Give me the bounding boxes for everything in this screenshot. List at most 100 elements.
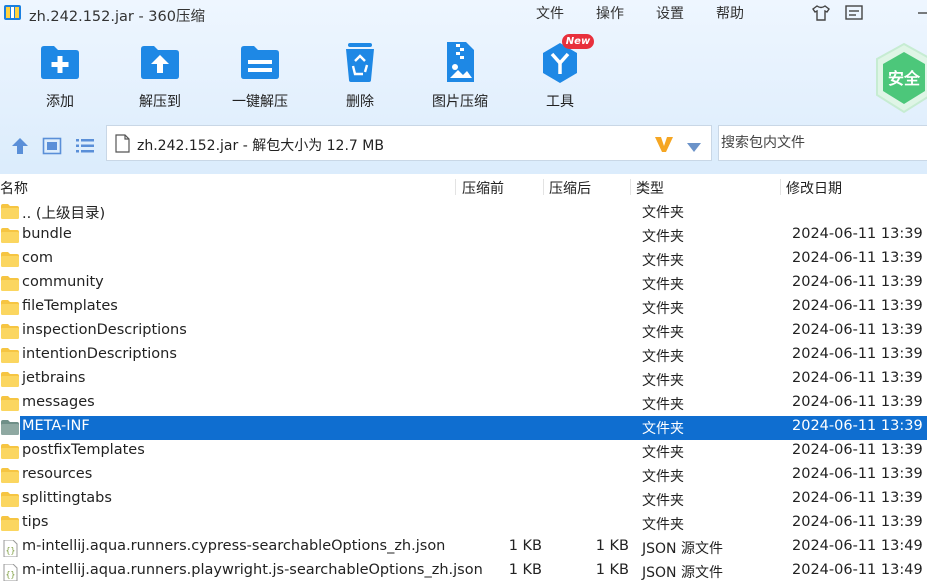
item-type: 文件夹 [642,349,684,365]
selection-highlight [20,416,927,440]
menu-operation[interactable]: 操作 [596,3,624,23]
item-date: 2024-06-11 13:39 [792,370,923,386]
extract-to-icon [138,40,182,84]
folder-icon [1,444,19,459]
image-compress-label: 图片压缩 [432,94,488,110]
list-item[interactable]: jetbrains 文件夹 2024-06-11 13:39 [0,368,927,392]
one-click-extract-label: 一键解压 [232,94,288,110]
item-date: 2024-06-11 13:39 [792,394,923,410]
list-item[interactable]: splittingtabs 文件夹 2024-06-11 13:39 [0,488,927,512]
item-date: 2024-06-11 13:39 [792,490,923,506]
column-divider[interactable] [543,179,544,195]
item-date: 2024-06-11 13:39 [792,250,923,266]
list-item[interactable]: community 文件夹 2024-06-11 13:39 [0,272,927,296]
item-type: JSON 源文件 [642,565,723,581]
up-level-icon[interactable] [10,136,30,156]
vip-v-icon[interactable] [653,134,675,154]
list-item[interactable]: .. (上级目录) 文件夹 [0,200,927,224]
list-item[interactable]: bundle 文件夹 2024-06-11 13:39 [0,224,927,248]
tools-button[interactable]: 工具 [520,40,600,112]
safe-shield-icon[interactable]: 安全 [873,42,927,114]
list-item[interactable]: tips 文件夹 2024-06-11 13:39 [0,512,927,536]
item-date: 2024-06-11 13:39 [792,298,923,314]
item-type: 文件夹 [642,397,684,413]
list-item[interactable]: intentionDescriptions 文件夹 2024-06-11 13:39 [0,344,927,368]
item-date: 2024-06-11 13:39 [792,322,923,338]
item-name: bundle [22,226,72,242]
item-name: com [22,250,53,266]
list-item[interactable]: {} m-intellij.aqua.runners.cypress-search… [0,536,927,560]
item-name: resources [22,466,93,482]
item-name: m-intellij.aqua.runners.cypress-searchab… [22,538,446,554]
app-logo-icon [4,4,21,21]
item-date: 2024-06-11 13:49 [792,538,923,554]
list-item[interactable]: META-INF 文件夹 2024-06-11 13:39 [0,416,927,440]
search-box [718,125,927,161]
item-size-after: 1 KB [595,538,629,554]
item-name: tips [22,514,49,530]
item-type: JSON 源文件 [642,541,723,557]
column-before[interactable]: 压缩前 [462,178,504,198]
item-size-before: 1 KB [508,562,542,578]
list-item[interactable]: resources 文件夹 2024-06-11 13:39 [0,464,927,488]
item-name: community [22,274,104,290]
search-input[interactable] [719,126,911,158]
list-item[interactable]: inspectionDescriptions 文件夹 2024-06-11 13:3… [0,320,927,344]
chevron-down-icon[interactable] [687,140,701,152]
column-header: 名称 压缩前 压缩后 类型 修改日期 [0,174,927,200]
column-date[interactable]: 修改日期 [786,178,842,198]
column-type[interactable]: 类型 [636,178,664,198]
skin-shirt-icon[interactable] [810,2,832,24]
item-type: 文件夹 [642,445,684,461]
menu-settings[interactable]: 设置 [656,3,684,23]
column-divider[interactable] [780,179,781,195]
folder-icon [1,492,19,507]
address-bar[interactable]: zh.242.152.jar - 解包大小为 12.7 MB [106,125,712,161]
item-type: 文件夹 [642,517,684,533]
list-item[interactable]: fileTemplates 文件夹 2024-06-11 13:39 [0,296,927,320]
item-name: messages [22,394,95,410]
delete-button[interactable]: 删除 [320,40,400,112]
list-item[interactable]: {} m-intellij.aqua.runners.playwright.js-… [0,560,927,584]
item-date: 2024-06-11 13:39 [792,514,923,530]
message-icon[interactable] [843,2,865,24]
image-compress-button[interactable]: 图片压缩 [420,40,500,112]
delete-label: 删除 [346,94,374,110]
item-name: jetbrains [22,370,86,386]
menu-file[interactable]: 文件 [536,3,564,23]
item-type: 文件夹 [642,205,684,221]
svg-text:{}: {} [6,546,16,555]
list-item[interactable]: com 文件夹 2024-06-11 13:39 [0,248,927,272]
one-click-extract-icon [238,40,282,84]
list-item[interactable]: postfixTemplates 文件夹 2024-06-11 13:39 [0,440,927,464]
menu-help[interactable]: 帮助 [716,3,744,23]
column-divider[interactable] [630,179,631,195]
list-view-icon[interactable] [75,136,95,156]
extract-to-button[interactable]: 解压到 [120,40,200,112]
item-name: splittingtabs [22,490,112,506]
add-button[interactable]: 添加 [20,40,100,112]
item-type: 文件夹 [642,469,684,485]
item-date: 2024-06-11 13:39 [792,466,923,482]
item-type: 文件夹 [642,277,684,293]
item-date: 2024-06-11 13:39 [792,442,923,458]
column-name[interactable]: 名称 [0,178,28,198]
folder-icon [1,300,19,315]
json-file-icon: {} [1,539,19,558]
folder-icon [1,420,19,435]
one-click-extract-button[interactable]: 一键解压 [220,40,300,112]
column-after[interactable]: 压缩后 [549,178,591,198]
column-divider[interactable] [455,179,456,195]
list-item[interactable]: messages 文件夹 2024-06-11 13:39 [0,392,927,416]
thumbnail-view-icon[interactable] [42,136,62,156]
top-chrome: zh.242.152.jar - 360压缩 文件 操作 设置 帮助 添加 解压… [0,0,927,174]
json-file-icon: {} [1,563,19,582]
folder-icon [1,348,19,363]
minimize-icon[interactable] [905,2,927,24]
folder-icon [1,468,19,483]
folder-icon [1,324,19,339]
recycle-bin-icon [338,40,382,84]
extract-to-label: 解压到 [139,94,181,110]
item-name: inspectionDescriptions [22,322,187,338]
safe-badge-text: 安全 [888,69,921,88]
